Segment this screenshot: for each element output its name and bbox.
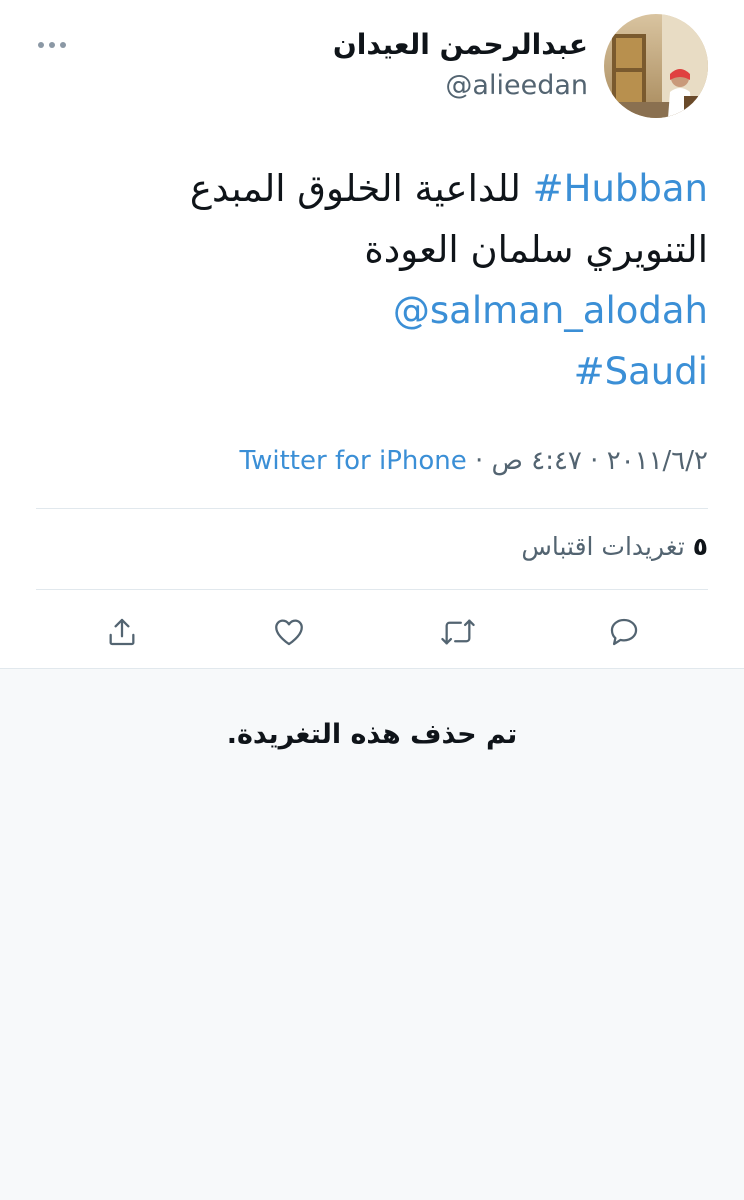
tweet-time: ٤:٤٧ ص [491,446,582,476]
share-icon [109,618,135,646]
retweet-button[interactable] [436,610,480,654]
more-options-button[interactable] [30,30,74,60]
quote-tweets-stat[interactable]: ٥ تغريدات اقتباس [521,532,708,561]
share-button[interactable] [100,610,144,654]
quote-tweets-count: ٥ [692,532,708,561]
more-dots-icon [38,42,66,48]
heart-icon [275,619,303,646]
avatar-photo [604,14,708,118]
tweet-detail-screen: عبدالرحمن العيدان @alieedan #Hubban للدا… [0,0,744,1200]
meta-separator: · [466,446,492,476]
hashtag-saudi-link[interactable]: #Saudi [574,350,708,393]
like-button[interactable] [267,610,311,654]
reply-button[interactable] [602,610,646,654]
tweet-text-line-1-rest: للداعية الخلوق المبدع [189,167,533,210]
divider [36,508,708,509]
author-display-name[interactable]: عبدالرحمن العيدان [333,28,588,61]
tweet-text-line-4: #Saudi [68,341,708,402]
divider [36,589,708,590]
mention-salman-alodah-link[interactable]: @salman_alodah [393,289,708,332]
deleted-tweet-notice: تم حذف هذه التغريدة. [226,719,518,750]
reply-icon [610,618,638,646]
quote-tweets-label: تغريدات اقتباس [521,532,693,561]
tweet-date: ٢٠١١/٦/٢ [606,446,708,476]
retweet-icon [441,619,475,645]
tweet-text-line-1: #Hubban للداعية الخلوق المبدع [68,158,708,219]
tweet-card: عبدالرحمن العيدان @alieedan #Hubban للدا… [0,0,744,668]
tweet-meta: ٢٠١١/٦/٢ · ٤:٤٧ ص · Twitter for iPhone [240,446,708,476]
meta-separator: · [581,446,607,476]
tweet-source-link[interactable]: Twitter for iPhone [240,446,467,476]
tweet-text-line-3: @salman_alodah [68,280,708,341]
hashtag-hubban-link[interactable]: #Hubban [533,167,708,210]
author-handle[interactable]: @alieedan [445,70,588,101]
tweet-text-line-2: التنويري سلمان العودة [364,228,708,271]
deleted-tweet-panel: تم حذف هذه التغريدة. [0,668,744,1200]
avatar[interactable] [604,14,708,118]
tweet-text: #Hubban للداعية الخلوق المبدع التنويري س… [68,158,708,402]
